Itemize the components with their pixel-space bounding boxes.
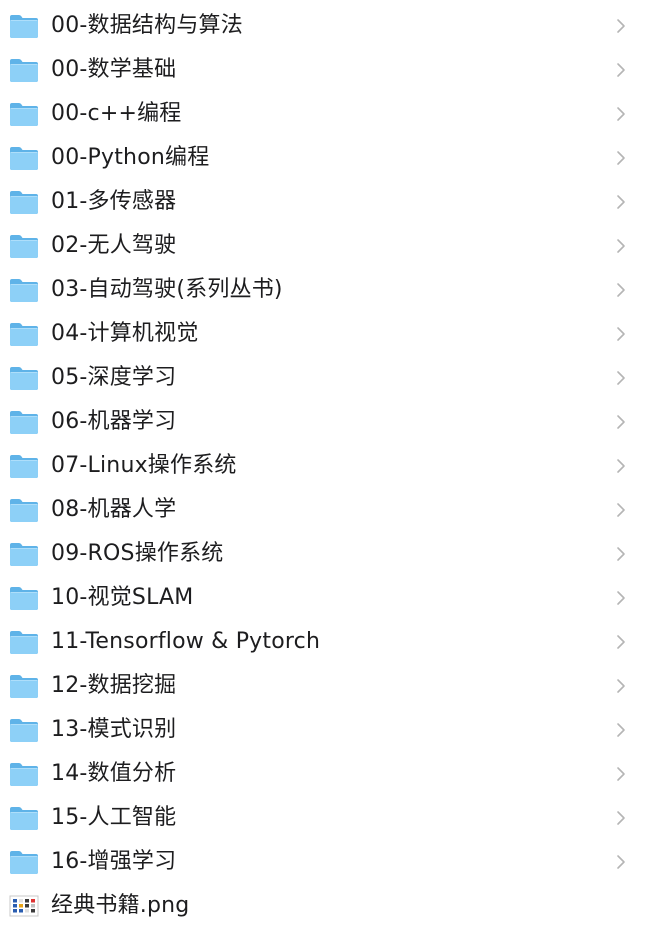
folder-row[interactable]: 03-自动驾驶(系列丛书) <box>0 268 652 312</box>
chevron-right-icon[interactable] <box>616 18 626 34</box>
chevron-right-icon[interactable] <box>616 282 626 298</box>
folder-icon <box>10 455 38 478</box>
folder-icon <box>10 675 38 698</box>
chevron-right-icon[interactable] <box>616 194 626 210</box>
folder-row[interactable]: 14-数值分析 <box>0 752 652 796</box>
chevron-right-icon[interactable] <box>616 150 626 166</box>
folder-row[interactable]: 00-c++编程 <box>0 92 652 136</box>
chevron-right-icon[interactable] <box>616 414 626 430</box>
chevron-right-icon[interactable] <box>616 326 626 342</box>
folder-icon <box>10 763 38 786</box>
file-name: 经典书籍.png <box>51 893 190 918</box>
folder-row[interactable]: 00-数据结构与算法 <box>0 4 652 48</box>
folder-row[interactable]: 02-无人驾驶 <box>0 224 652 268</box>
folder-row[interactable]: 06-机器学习 <box>0 400 652 444</box>
folder-name: 14-数值分析 <box>51 761 177 786</box>
folder-icon <box>10 543 38 566</box>
folder-icon <box>10 147 38 170</box>
folder-icon <box>10 15 38 38</box>
chevron-right-icon[interactable] <box>616 502 626 518</box>
folder-icon <box>10 587 38 610</box>
folder-icon <box>10 323 38 346</box>
folder-icon <box>10 411 38 434</box>
chevron-right-icon[interactable] <box>616 854 626 870</box>
chevron-right-icon[interactable] <box>616 370 626 386</box>
file-list: 00-数据结构与算法 00-数学基础 00-c++编程 00-Python编程 01-多… <box>0 0 652 928</box>
folder-name: 00-数学基础 <box>51 57 177 82</box>
folder-name: 15-人工智能 <box>51 805 177 830</box>
chevron-right-icon[interactable] <box>616 810 626 826</box>
folder-row[interactable]: 12-数据挖掘 <box>0 664 652 708</box>
folder-row[interactable]: 04-计算机视觉 <box>0 312 652 356</box>
folder-name: 00-c++编程 <box>51 101 182 126</box>
image-file-icon <box>9 895 39 917</box>
folder-icon <box>10 631 38 654</box>
folder-name: 08-机器人学 <box>51 497 177 522</box>
folder-icon <box>10 367 38 390</box>
folder-name: 06-机器学习 <box>51 409 177 434</box>
folder-icon <box>10 59 38 82</box>
chevron-right-icon[interactable] <box>616 722 626 738</box>
chevron-right-icon[interactable] <box>616 766 626 782</box>
chevron-right-icon[interactable] <box>616 238 626 254</box>
folder-icon <box>10 235 38 258</box>
chevron-right-icon[interactable] <box>616 546 626 562</box>
folder-row[interactable]: 07-Linux操作系统 <box>0 444 652 488</box>
folder-name: 02-无人驾驶 <box>51 233 177 258</box>
folder-name: 01-多传感器 <box>51 189 177 214</box>
chevron-right-icon[interactable] <box>616 634 626 650</box>
folder-name: 11-Tensorflow & Pytorch <box>51 629 321 654</box>
folder-name: 16-增强学习 <box>51 849 177 874</box>
folder-row[interactable]: 00-数学基础 <box>0 48 652 92</box>
folder-name: 12-数据挖掘 <box>51 673 177 698</box>
folder-name: 04-计算机视觉 <box>51 321 199 346</box>
folder-row[interactable]: 09-ROS操作系统 <box>0 532 652 576</box>
chevron-right-icon[interactable] <box>616 678 626 694</box>
folder-name: 09-ROS操作系统 <box>51 541 224 566</box>
folder-icon <box>10 103 38 126</box>
folder-row[interactable]: 11-Tensorflow & Pytorch <box>0 620 652 664</box>
chevron-right-icon[interactable] <box>616 590 626 606</box>
file-row[interactable]: 经典书籍.png <box>0 884 652 928</box>
folder-row[interactable]: 15-人工智能 <box>0 796 652 840</box>
folder-row[interactable]: 08-机器人学 <box>0 488 652 532</box>
chevron-right-icon[interactable] <box>616 458 626 474</box>
folder-icon <box>10 279 38 302</box>
folder-row[interactable]: 05-深度学习 <box>0 356 652 400</box>
folder-name: 07-Linux操作系统 <box>51 453 237 478</box>
folder-name: 10-视觉SLAM <box>51 585 194 610</box>
folder-row[interactable]: 10-视觉SLAM <box>0 576 652 620</box>
folder-row[interactable]: 13-模式识别 <box>0 708 652 752</box>
folder-row[interactable]: 00-Python编程 <box>0 136 652 180</box>
folder-name: 05-深度学习 <box>51 365 177 390</box>
chevron-right-icon[interactable] <box>616 106 626 122</box>
folder-icon <box>10 851 38 874</box>
folder-icon <box>10 807 38 830</box>
folder-name: 00-Python编程 <box>51 145 210 170</box>
folder-row[interactable]: 01-多传感器 <box>0 180 652 224</box>
folder-name: 13-模式识别 <box>51 717 177 742</box>
folder-row[interactable]: 16-增强学习 <box>0 840 652 884</box>
folder-icon <box>10 499 38 522</box>
folder-icon <box>10 191 38 214</box>
chevron-right-icon[interactable] <box>616 62 626 78</box>
folder-icon <box>10 719 38 742</box>
folder-name: 00-数据结构与算法 <box>51 13 243 38</box>
folder-name: 03-自动驾驶(系列丛书) <box>51 277 283 302</box>
